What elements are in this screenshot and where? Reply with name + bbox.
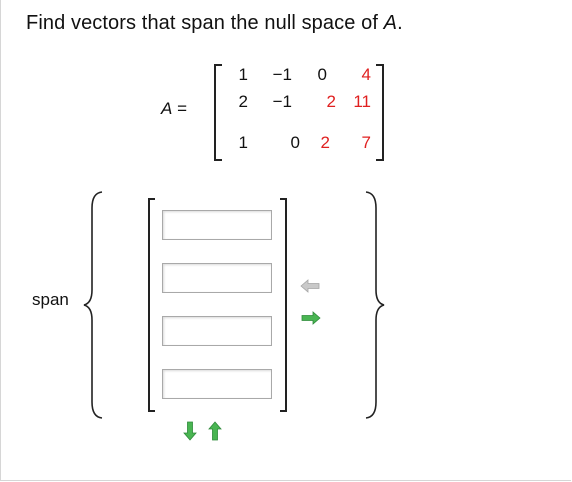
vector-right-bracket — [280, 198, 287, 412]
left-curly-brace — [83, 191, 103, 419]
matrix-label-var: A — [161, 99, 173, 118]
vector-left-bracket — [148, 198, 155, 412]
matrix-cell: 4 — [361, 65, 371, 84]
question-matrix-name: A — [383, 12, 398, 34]
matrix-cell: 1 — [238, 65, 248, 84]
arrow-left-icon[interactable] — [300, 279, 320, 293]
matrix-right-bracket — [376, 64, 384, 161]
arrow-up-icon[interactable] — [208, 421, 222, 441]
arrow-down-icon[interactable] — [183, 421, 197, 441]
matrix-cell: 7 — [361, 133, 371, 152]
vector-entry-3-input[interactable] — [162, 316, 272, 346]
matrix-cell: 0 — [290, 133, 300, 152]
vector-entry-1-input[interactable] — [162, 210, 272, 240]
right-curly-brace — [365, 191, 385, 419]
matrix-cell: 1 — [238, 133, 248, 152]
vector-entry-2-input[interactable] — [162, 263, 272, 293]
matrix-label: A = — [161, 99, 187, 119]
question-text: Find vectors that span the null space of… — [26, 12, 403, 35]
matrix-label-eq: = — [172, 99, 187, 118]
arrow-right-icon[interactable] — [301, 311, 321, 325]
matrix-cell: 2 — [326, 92, 336, 111]
vector-entry-4-input[interactable] — [162, 369, 272, 399]
question-prefix: Find vectors that span the null space of — [26, 12, 384, 34]
matrix-cell: 0 — [317, 65, 327, 84]
matrix-cell: −1 — [272, 65, 292, 84]
matrix-cell: 2 — [320, 133, 330, 152]
question-suffix: . — [397, 12, 403, 34]
matrix-cell: −1 — [272, 92, 292, 111]
span-label: span — [32, 290, 69, 309]
matrix-cell: 11 — [353, 92, 371, 111]
matrix-cell: 2 — [238, 92, 248, 111]
